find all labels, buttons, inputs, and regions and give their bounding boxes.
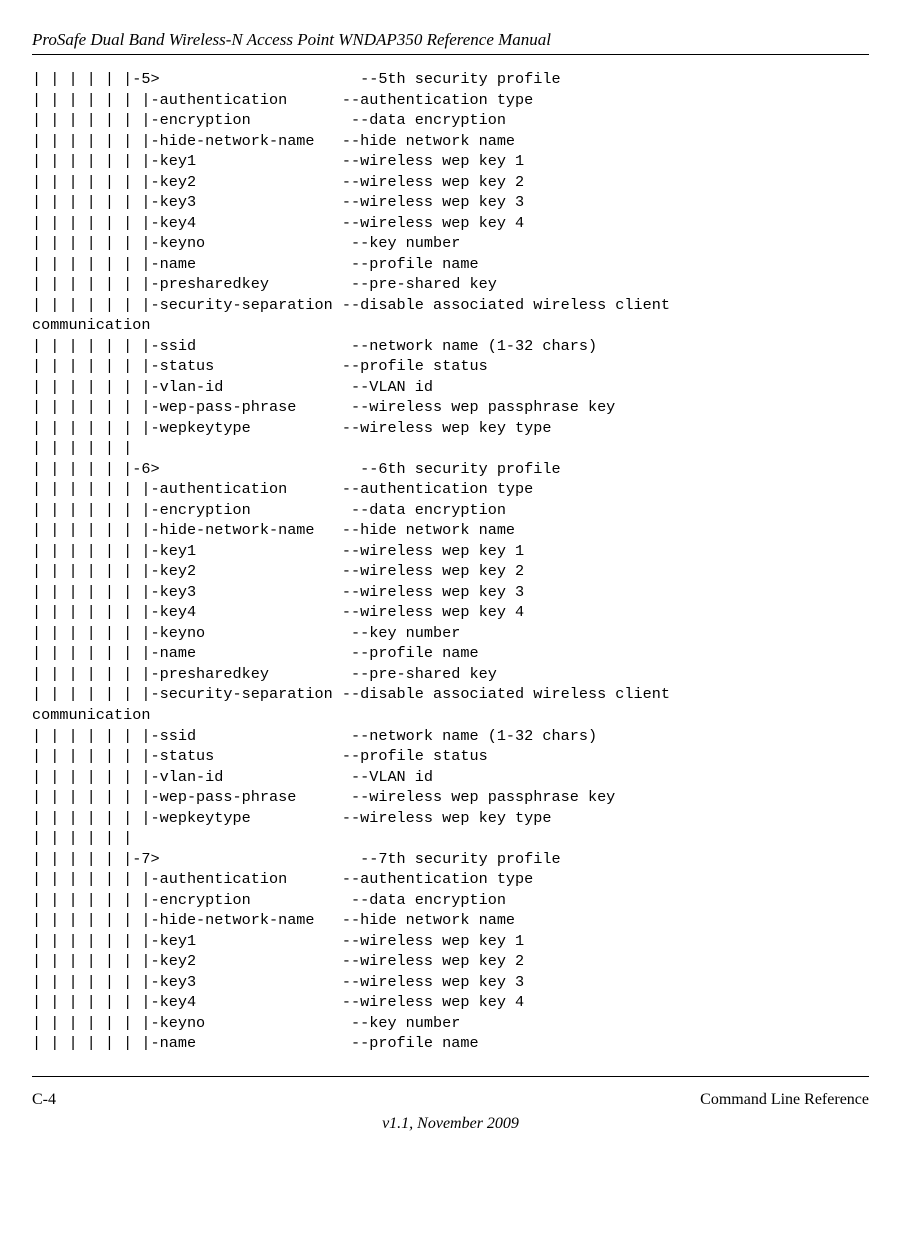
page-footer: C-4 Command Line Reference v1.1, Novembe… [32,1091,869,1133]
header-title: ProSafe Dual Band Wireless-N Access Poin… [32,30,869,50]
cli-tree-block: | | | | | |-5> --5th security profile | … [32,69,869,1054]
footer-rule [32,1076,869,1077]
footer-version: v1.1, November 2009 [32,1115,869,1133]
header-rule [32,54,869,55]
footer-section: Command Line Reference [700,1091,869,1109]
footer-page-number: C-4 [32,1091,56,1109]
